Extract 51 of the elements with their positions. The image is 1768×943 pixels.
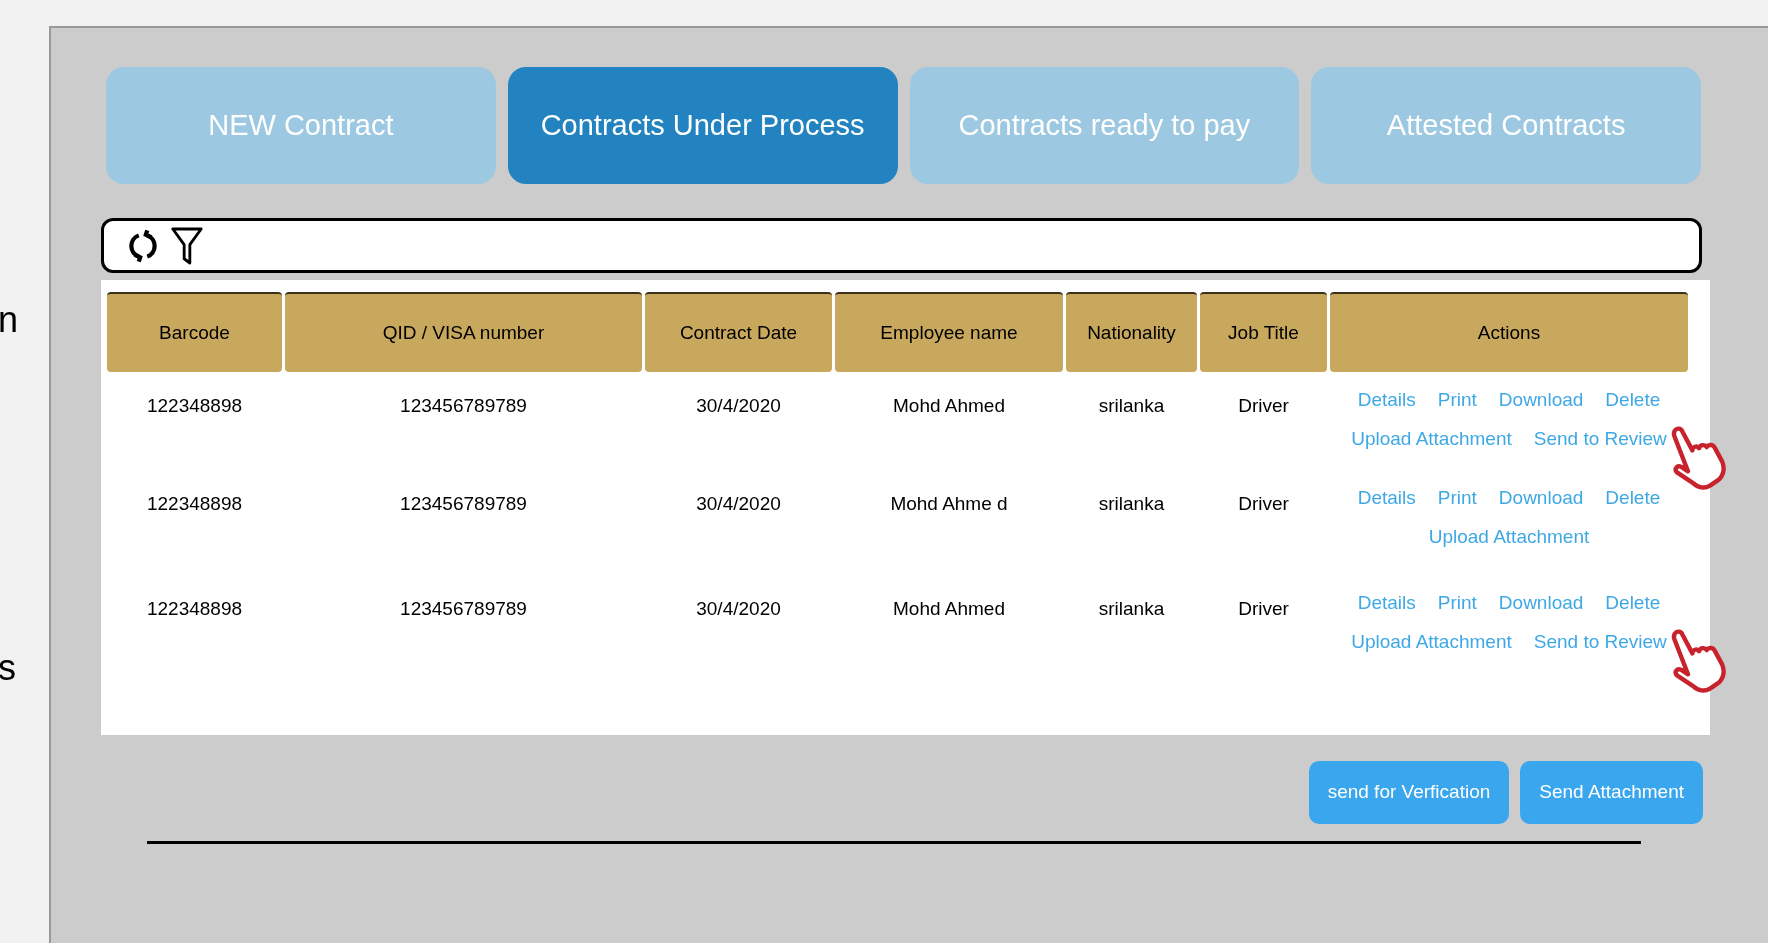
action-link[interactable]: Print — [1437, 589, 1477, 618]
table-cell-text: Driver — [1238, 492, 1289, 516]
table-cell-text: 30/4/2020 — [696, 492, 781, 516]
tab[interactable]: Attested Contracts — [1311, 67, 1701, 184]
column-header: Job Title — [1200, 292, 1327, 372]
column-header: Actions — [1330, 292, 1688, 372]
action-link[interactable]: Details — [1357, 589, 1416, 618]
action-link[interactable]: Upload Attachment — [1428, 522, 1590, 551]
column-header: Nationality — [1066, 292, 1197, 372]
table-cell-text: 123456789789 — [400, 597, 527, 621]
table-cell-text: 30/4/2020 — [696, 597, 781, 621]
action-link[interactable]: Print — [1437, 386, 1477, 415]
tab[interactable]: NEW Contract — [106, 67, 496, 184]
table-cell-text: 122348898 — [146, 492, 243, 516]
table-cell-text: 122348898 — [146, 394, 243, 418]
action-link[interactable]: Send to Review — [1533, 627, 1667, 656]
action-link[interactable]: Send to Review — [1533, 424, 1667, 453]
action-link[interactable]: Upload Attachment — [1351, 627, 1512, 656]
column-header: Contract Date — [645, 292, 832, 372]
table-cell-text: 30/4/2020 — [696, 394, 781, 418]
action-link[interactable]: Upload Attachment — [1351, 424, 1512, 453]
action-link[interactable]: Download — [1498, 386, 1584, 415]
action-link[interactable]: Download — [1498, 484, 1584, 513]
table-cell-text: Mohd Ahme d — [890, 492, 1008, 516]
action-link[interactable]: Delete — [1605, 589, 1661, 618]
column-header: Employee name — [835, 292, 1063, 372]
table-cell-text: srilanka — [1098, 597, 1165, 621]
column-header: QID / VISA number — [285, 292, 642, 372]
table-cell-text: Driver — [1238, 597, 1289, 621]
table-cell-text: 122348898 — [146, 597, 243, 621]
action-link[interactable]: Delete — [1605, 484, 1661, 513]
tab[interactable]: Contracts Under Process — [507, 67, 898, 184]
table-cell-text: Mohd Ahmed — [893, 597, 1005, 621]
refresh-icon[interactable] — [126, 228, 160, 263]
action-button[interactable]: send for Verfication — [1308, 761, 1510, 824]
filter-icon[interactable] — [170, 225, 204, 266]
action-link[interactable]: Details — [1357, 386, 1416, 415]
column-header: Barcode — [107, 292, 282, 372]
table-cell-text: Mohd Ahmed — [893, 394, 1005, 418]
side-text: n — [0, 302, 20, 338]
table-cell-text: srilanka — [1098, 492, 1165, 516]
action-button[interactable]: Send Attachment — [1520, 761, 1703, 824]
action-link[interactable]: Download — [1498, 589, 1584, 618]
table-cell-text: 123456789789 — [400, 394, 527, 418]
table-cell-text: srilanka — [1098, 394, 1165, 418]
tab[interactable]: Contracts ready to pay — [909, 67, 1300, 184]
action-link[interactable]: Print — [1437, 484, 1477, 513]
table-cell-text: 123456789789 — [400, 492, 527, 516]
action-link[interactable]: Delete — [1605, 386, 1661, 415]
action-link[interactable]: Details — [1357, 484, 1416, 513]
table-cell-text: Driver — [1238, 394, 1289, 418]
